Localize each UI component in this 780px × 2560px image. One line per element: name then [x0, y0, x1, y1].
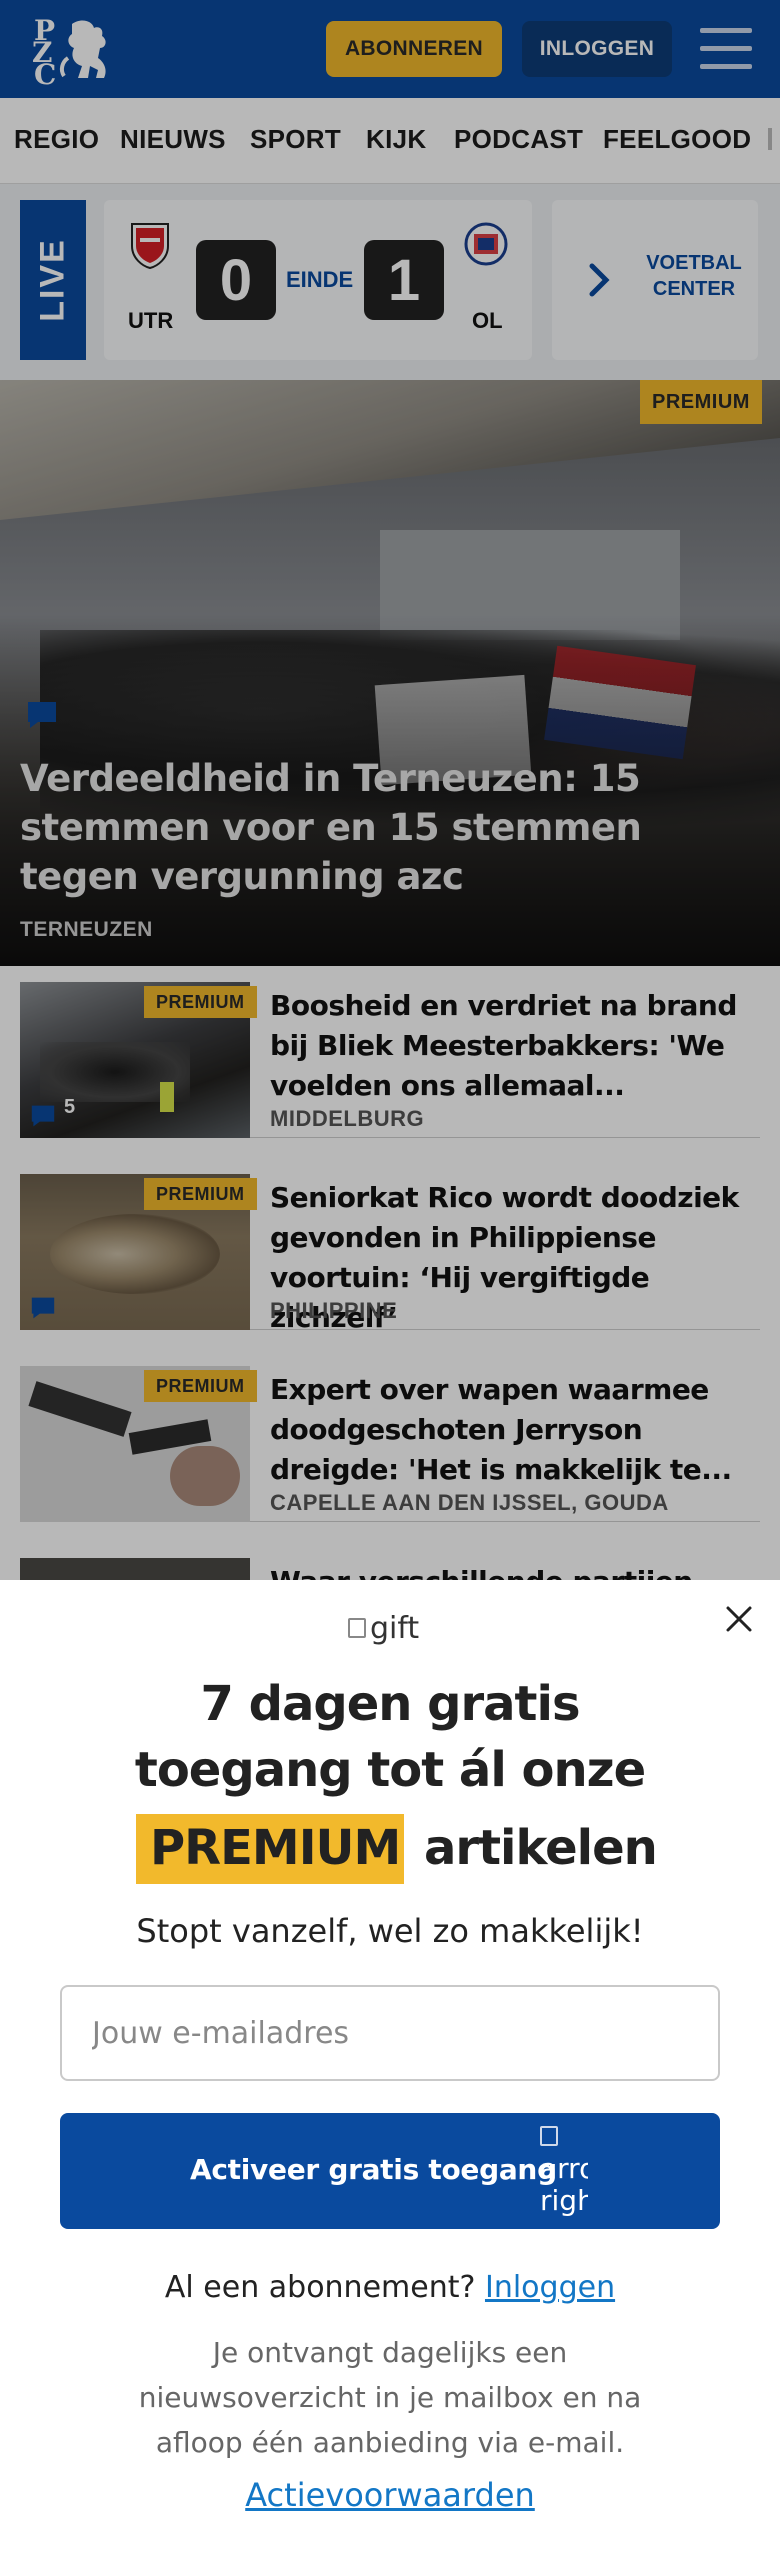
modal-premium-word: PREMIUM: [150, 1820, 401, 1876]
modal-title-line3: artikelen: [424, 1820, 658, 1876]
modal-backdrop[interactable]: [0, 0, 780, 1580]
email-input[interactable]: [60, 1985, 720, 2081]
activate-label: Activeer gratis toegang: [190, 2153, 557, 2186]
arrow-right-icon: arrow-right: [540, 2121, 588, 2223]
modal-title-line1: 7 dagen gratis: [200, 1676, 580, 1732]
modal-title-line2: toegang tot ál onze: [134, 1742, 646, 1798]
modal-login-link[interactable]: Inloggen: [485, 2270, 615, 2305]
modal-subtitle: Stopt vanzelf, wel zo makkelijk!: [136, 1912, 644, 1950]
terms-link[interactable]: Actievoorwaarden: [40, 2476, 740, 2514]
activate-button[interactable]: Activeer gratis toegang arrow-right: [60, 2113, 720, 2229]
existing-subscription-text: Al een abonnement? Inloggen: [164, 2270, 616, 2305]
close-icon[interactable]: [722, 1602, 756, 1636]
gift-icon: gift: [348, 1610, 438, 1646]
modal-info-text: Je ontvangt dagelijks een nieuwsoverzich…: [138, 2336, 642, 2459]
